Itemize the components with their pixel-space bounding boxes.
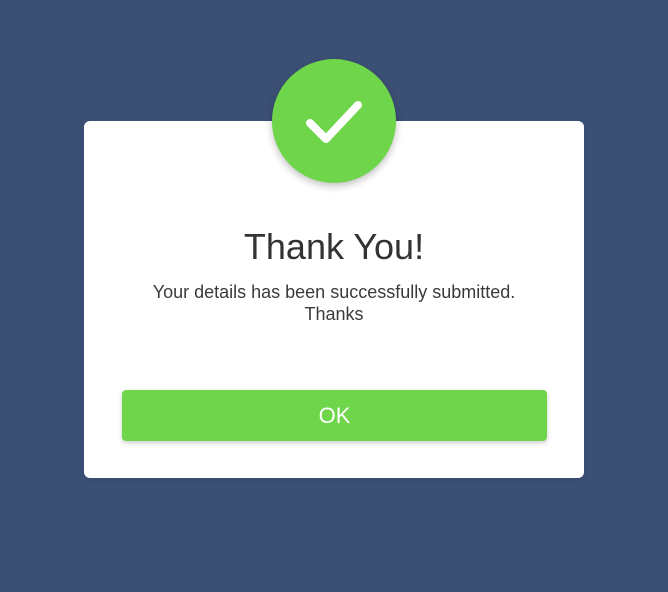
dialog-message: Your details has been successfully submi…: [84, 281, 584, 325]
check-icon: [306, 101, 362, 143]
success-badge: [272, 59, 396, 183]
page-background: { "dialog": { "icon": "check-icon", "tit…: [0, 0, 668, 592]
dialog-message-line-2: Thanks: [304, 304, 364, 324]
dialog-message-line-1: Your details has been successfully submi…: [152, 282, 516, 302]
ok-button[interactable]: OK: [122, 390, 547, 441]
dialog-title: Thank You!: [243, 226, 425, 267]
